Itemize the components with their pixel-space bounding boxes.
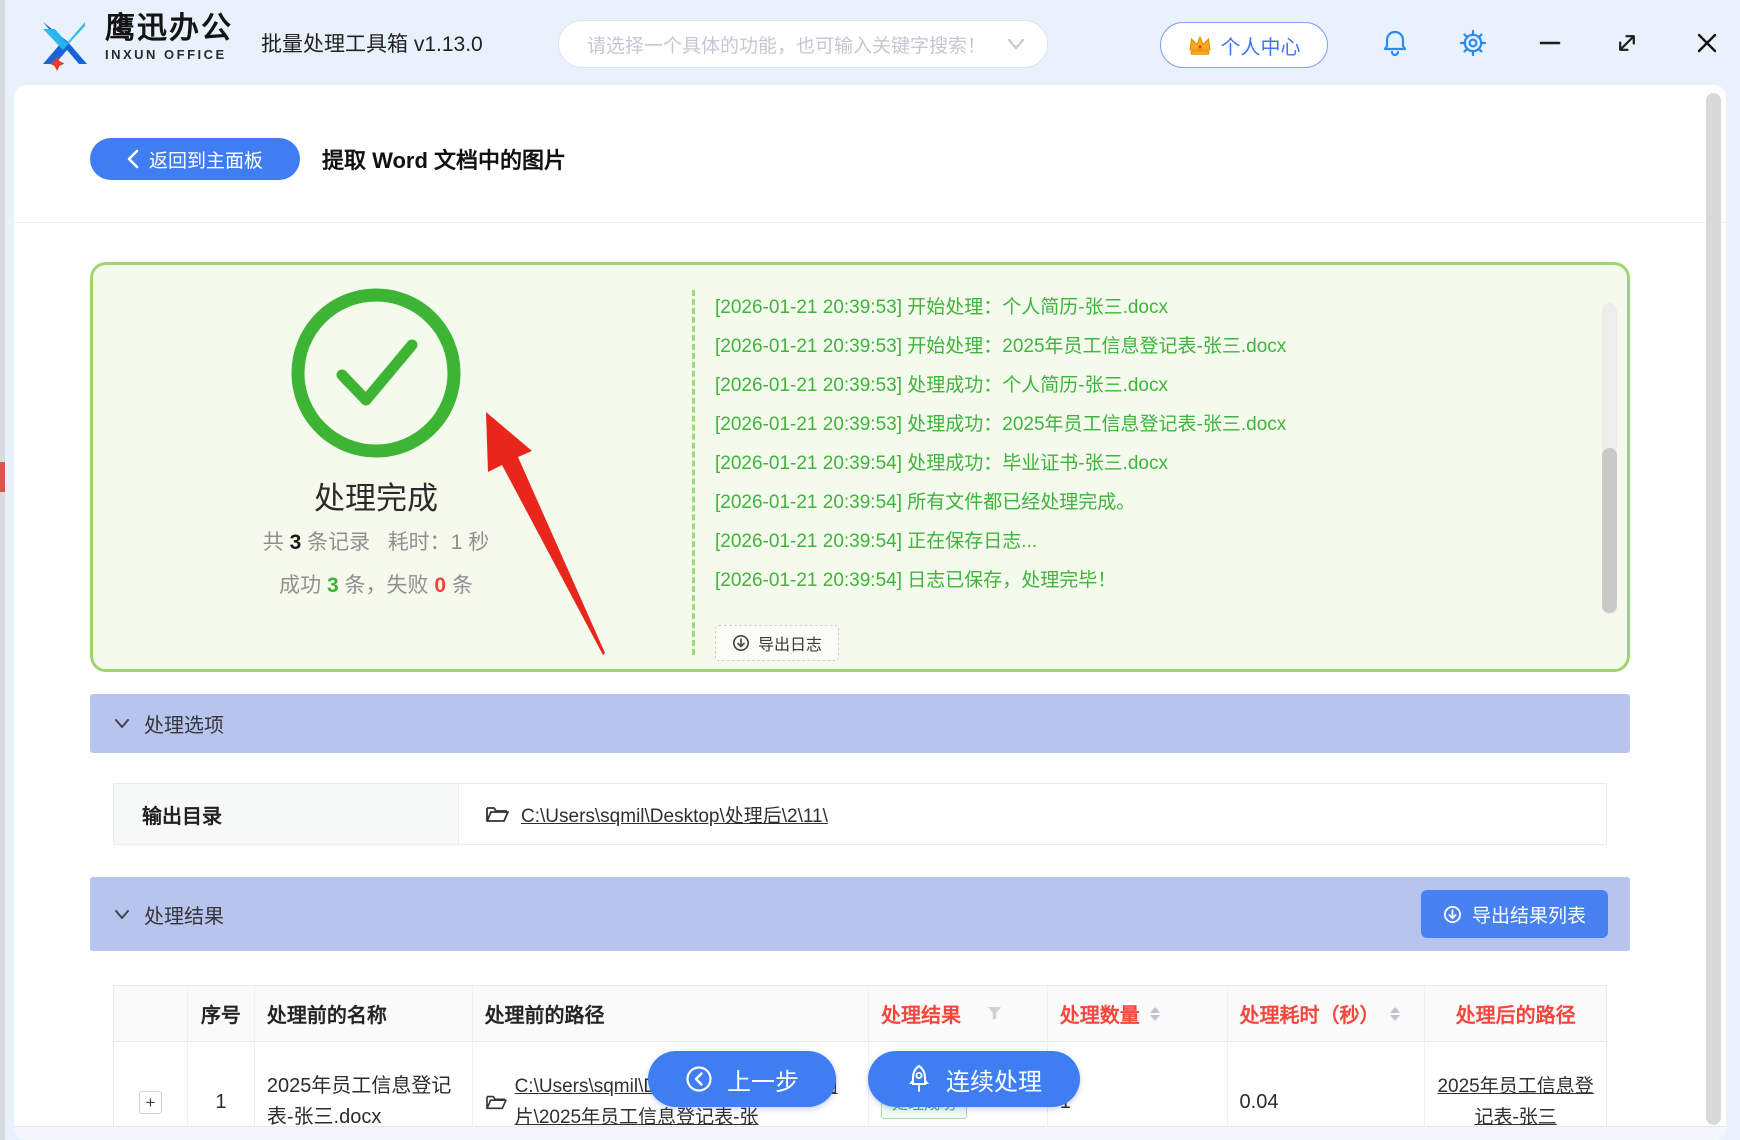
- total-count: 3: [289, 531, 302, 554]
- panel-bottom-strip: [14, 1126, 1726, 1140]
- log-scrollbar[interactable]: [1602, 303, 1617, 615]
- crown-icon: [1188, 34, 1212, 56]
- app-window: 鹰迅办公 INXUN OFFICE 批量处理工具箱 v1.13.0 请选择一个具…: [0, 0, 1740, 1140]
- export-result-list-label: 导出结果列表: [1471, 905, 1586, 927]
- folder-icon: [486, 807, 509, 822]
- header-output: 处理后的路径: [1455, 1005, 1576, 1027]
- table-header-row: 序号 处理前的名称 处理前的路径 处理结果 处理数量 处理耗时（秒） 处理后的路…: [114, 986, 1606, 1042]
- minimize-button[interactable]: [1530, 0, 1570, 85]
- app-title: 批量处理工具箱 v1.13.0: [261, 32, 483, 56]
- previous-step-button[interactable]: 上一步: [648, 1051, 836, 1107]
- log-line: [2026-01-21 20:39:53] 处理成功：个人简历-张三.docx: [715, 375, 1169, 396]
- status-title: 处理完成: [314, 481, 438, 516]
- maximize-button[interactable]: [1607, 0, 1647, 85]
- back-to-dashboard-button[interactable]: 返回到主面板: [90, 138, 300, 180]
- log-line: [2026-01-21 20:39:54] 日志已保存，处理完毕！: [715, 570, 1117, 591]
- log-line: [2026-01-21 20:39:53] 处理成功：2025年员工信息登记表-…: [715, 414, 1287, 435]
- download-icon: [733, 635, 749, 651]
- output-dir-label: 输出目录: [114, 784, 459, 844]
- section-title-options: 处理选项: [144, 715, 224, 737]
- section-title-results: 处理结果: [144, 905, 224, 928]
- summary-totals: 共 3 条记录 耗时：1 秒: [262, 531, 490, 554]
- sort-icon: [1149, 1006, 1160, 1021]
- header-count[interactable]: 处理数量: [1048, 986, 1228, 1041]
- previous-step-label: 上一步: [727, 1068, 799, 1096]
- notification-bell-button[interactable]: [1375, 0, 1415, 85]
- user-center-button[interactable]: 个人中心: [1160, 22, 1328, 68]
- brand-text: 鹰迅办公 INXUN OFFICE: [105, 12, 233, 64]
- log-scrollbar-thumb[interactable]: [1602, 448, 1617, 613]
- header-index: 序号: [188, 986, 255, 1041]
- back-button-label: 返回到主面板: [148, 150, 263, 172]
- output-dir-link[interactable]: C:\Users\sqmil\Desktop\处理后\2\11\: [521, 801, 828, 828]
- settings-gear-button[interactable]: [1453, 0, 1493, 85]
- fail-count: 0: [434, 574, 447, 597]
- filter-icon: [987, 1007, 1001, 1020]
- maximize-icon: [1619, 34, 1635, 51]
- continue-processing-label: 连续处理: [946, 1068, 1042, 1096]
- elapsed-time: 1 秒: [450, 531, 490, 554]
- main-panel: 返回到主面板 提取 Word 文档中的图片 处理完成 共 3 条记录 耗时：1 …: [14, 85, 1726, 1140]
- minimize-icon: [1539, 41, 1561, 44]
- success-check-icon: [286, 283, 466, 463]
- header-duration[interactable]: 处理耗时（秒）: [1228, 986, 1426, 1041]
- header-name: 处理前的名称: [255, 986, 473, 1041]
- export-result-list-button[interactable]: 导出结果列表: [1420, 890, 1608, 938]
- export-log-label: 导出日志: [758, 637, 823, 654]
- title-bar: 鹰迅办公 INXUN OFFICE 批量处理工具箱 v1.13.0 请选择一个具…: [5, 0, 1740, 85]
- rocket-icon: [909, 1064, 929, 1092]
- folder-icon: [485, 1095, 507, 1110]
- log-line: [2026-01-21 20:39:54] 处理成功：毕业证书-张三.docx: [715, 453, 1169, 474]
- header-expand: [114, 986, 188, 1041]
- chevron-down-icon: [114, 909, 130, 920]
- brand-subtitle: INXUN OFFICE: [105, 47, 227, 62]
- export-log-button[interactable]: 导出日志: [715, 625, 840, 661]
- continue-processing-button[interactable]: 连续处理: [868, 1051, 1080, 1107]
- log-line: [2026-01-21 20:39:53] 开始处理：2025年员工信息登记表-…: [715, 336, 1287, 357]
- output-dir-row: 输出目录 C:\Users\sqmil\Desktop\处理后\2\11\: [113, 783, 1607, 845]
- circle-back-icon: [686, 1066, 712, 1092]
- function-search-select[interactable]: 请选择一个具体的功能，也可输入关键字搜索！: [558, 20, 1048, 68]
- log-line: [2026-01-21 20:39:54] 所有文件都已经处理完成。: [715, 492, 1136, 513]
- page-title: 提取 Word 文档中的图片: [322, 148, 567, 173]
- background-window-sliver: [0, 0, 5, 1140]
- results-table: 序号 处理前的名称 处理前的路径 处理结果 处理数量 处理耗时（秒） 处理后的路…: [113, 985, 1607, 1140]
- close-icon: [1697, 33, 1717, 52]
- log-line: [2026-01-21 20:39:54] 正在保存日志...: [715, 531, 1038, 552]
- result-summary-panel: 处理完成 共 3 条记录 耗时：1 秒 成功 3 条，失败 0 条 [2026-…: [90, 262, 1630, 672]
- header-path: 处理前的路径: [473, 986, 869, 1041]
- divider: [14, 222, 1726, 223]
- chevron-down-icon: [1007, 38, 1025, 50]
- row-expand-button[interactable]: +: [138, 1090, 162, 1114]
- log-line: [2026-01-21 20:39:53] 开始处理：个人简历-张三.docx: [715, 297, 1169, 318]
- sort-icon: [1389, 1006, 1400, 1021]
- row-output-path-link[interactable]: 2025年员工信息登记表-张三: [1437, 1071, 1594, 1133]
- bell-icon: [1383, 30, 1407, 56]
- section-header-options[interactable]: 处理选项: [90, 694, 1630, 753]
- summary-success-fail: 成功 3 条，失败 0 条: [279, 574, 473, 597]
- search-placeholder: 请选择一个具体的功能，也可输入关键字搜索！: [587, 35, 987, 57]
- gear-icon: [1459, 29, 1487, 56]
- chevron-down-icon: [114, 718, 130, 729]
- section-header-results[interactable]: 处理结果 导出结果列表: [90, 877, 1630, 951]
- user-center-label: 个人中心: [1220, 36, 1301, 59]
- divider: [692, 290, 695, 655]
- brand-logo-icon: [35, 14, 93, 72]
- brand-name: 鹰迅办公: [105, 12, 233, 45]
- download-icon: [1443, 905, 1461, 923]
- process-log-list: [2026-01-21 20:39:53] 开始处理：个人简历-张三.docx …: [715, 288, 1595, 600]
- success-count: 3: [326, 574, 339, 597]
- background-window-red-item: [0, 462, 5, 492]
- main-scrollbar-thumb[interactable]: [1706, 93, 1721, 1125]
- header-result[interactable]: 处理结果: [869, 986, 1048, 1041]
- row-name: 2025年员工信息登记表-张三.docx: [266, 1075, 452, 1128]
- close-button[interactable]: [1687, 0, 1727, 85]
- chevron-left-icon: [127, 149, 139, 169]
